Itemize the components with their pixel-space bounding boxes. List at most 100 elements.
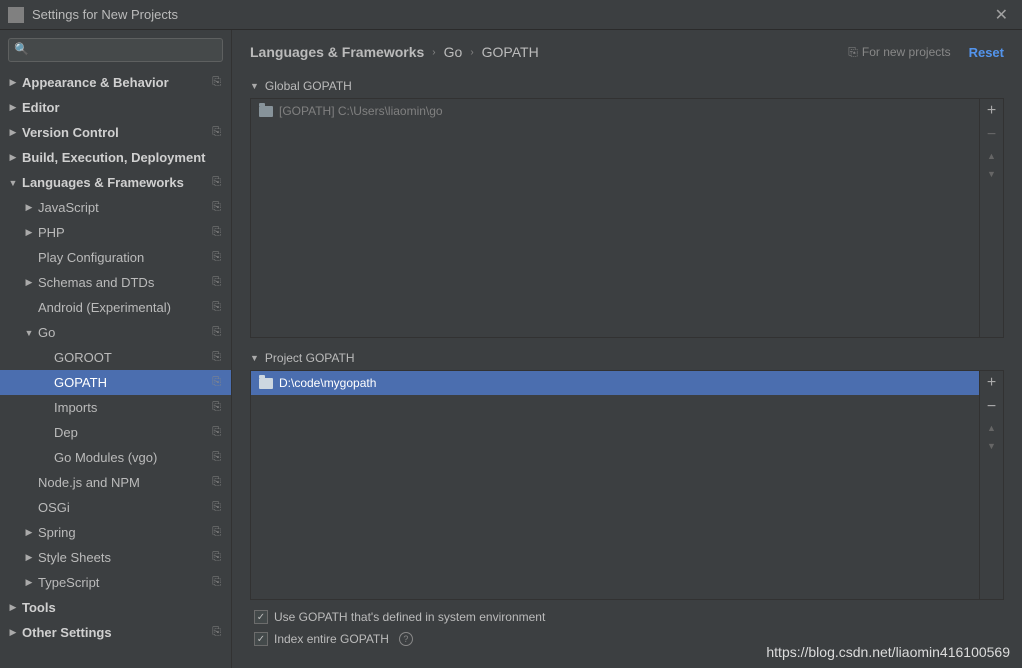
tree-item-languages-frameworks[interactable]: ▼Languages & Frameworks⎘	[0, 170, 231, 195]
tree-label: Languages & Frameworks	[22, 175, 184, 190]
tree-item-go-modules-vgo-[interactable]: Go Modules (vgo)⎘	[0, 445, 231, 470]
tree-item-php[interactable]: ▶ PHP ⎘	[0, 220, 231, 245]
tree-label: Imports	[54, 400, 97, 415]
index-entire-label: Index entire GOPATH	[274, 632, 389, 646]
copy-icon: ⎘	[212, 301, 227, 314]
search-input[interactable]	[8, 38, 223, 62]
folder-icon	[259, 106, 273, 117]
tree-label: Go	[38, 325, 55, 340]
list-item[interactable]: D:\code\mygopath	[251, 371, 979, 395]
tree-item-build-execution-deployment[interactable]: ▶Build, Execution, Deployment	[0, 145, 231, 170]
copy-icon: ⎘	[212, 351, 227, 364]
copy-icon: ⎘	[212, 451, 227, 464]
tree-item-tools[interactable]: ▶Tools	[0, 595, 231, 620]
copy-icon: ⎘	[212, 126, 227, 139]
tree-item-osgi[interactable]: OSGi⎘	[0, 495, 231, 520]
move-down-icon[interactable]: ▼	[987, 169, 996, 179]
chevron-right-icon: ▶	[24, 227, 34, 238]
project-gopath-list: D:\code\mygopath + − ▲ ▼	[250, 370, 1004, 600]
sidebar: 🔍 ▶ Appearance & Behavior ⎘ ▶ Editor ▶ Version…	[0, 30, 232, 668]
copy-icon: ⎘	[212, 626, 227, 639]
chevron-down-icon: ▼	[24, 328, 34, 338]
tree-label: Play Configuration	[38, 250, 144, 265]
chevron-right-icon: ▶	[8, 77, 18, 88]
move-up-icon[interactable]: ▲	[987, 151, 996, 161]
tree-label: Schemas and DTDs	[38, 275, 154, 290]
chevron-right-icon: ▶	[8, 627, 18, 638]
remove-icon[interactable]: −	[987, 399, 996, 415]
copy-icon: ⎘	[212, 326, 227, 339]
tree-item-typescript[interactable]: ▶TypeScript⎘	[0, 570, 231, 595]
tree-item-gopath[interactable]: GOPATH ⎘	[0, 370, 231, 395]
tree-item-schemas-and-dtds[interactable]: ▶Schemas and DTDs⎘	[0, 270, 231, 295]
list-item-label: [GOPATH] C:\Users\liaomin\go	[279, 104, 443, 118]
search-icon: 🔍	[14, 42, 29, 56]
for-new-projects-label: ⎘ For new projects	[848, 45, 950, 60]
copy-icon: ⎘	[212, 201, 227, 214]
copy-icon: ⎘	[212, 226, 227, 239]
tree-item-appearance-behavior[interactable]: ▶ Appearance & Behavior ⎘	[0, 70, 231, 95]
copy-icon: ⎘	[212, 376, 227, 389]
chevron-right-icon: ▶	[24, 577, 34, 588]
chevron-down-icon: ▼	[250, 353, 259, 363]
global-gopath-title: Global GOPATH	[265, 79, 352, 93]
global-gopath-header[interactable]: ▼ Global GOPATH	[250, 74, 1004, 98]
reset-link[interactable]: Reset	[969, 45, 1004, 60]
copy-icon: ⎘	[212, 576, 227, 589]
titlebar: Settings for New Projects ✕	[0, 0, 1022, 30]
chevron-right-icon: ▶	[24, 527, 34, 538]
tree-item-other-settings[interactable]: ▶ Other Settings ⎘	[0, 620, 231, 645]
tree-label: GOPATH	[54, 375, 107, 390]
tree-item-dep[interactable]: Dep⎘	[0, 420, 231, 445]
move-up-icon[interactable]: ▲	[987, 423, 996, 433]
list-item-label: D:\code\mygopath	[279, 376, 376, 390]
list-item[interactable]: [GOPATH] C:\Users\liaomin\go	[251, 99, 979, 123]
tree-label: Other Settings	[22, 625, 112, 640]
global-list-toolbar: + − ▲ ▼	[979, 99, 1003, 337]
copy-icon: ⎘	[212, 76, 227, 89]
copy-icon: ⎘	[212, 551, 227, 564]
add-icon[interactable]: +	[987, 103, 996, 119]
checkbox-icon: ✓	[254, 610, 268, 624]
breadcrumb-mid: Go	[444, 44, 463, 60]
chevron-right-icon: ▶	[8, 127, 18, 138]
tree-label: PHP	[38, 225, 65, 240]
settings-tree: ▶ Appearance & Behavior ⎘ ▶ Editor ▶ Version C…	[0, 70, 231, 668]
tree-item-editor[interactable]: ▶ Editor	[0, 95, 231, 120]
tree-label: Tools	[22, 600, 56, 615]
remove-icon[interactable]: −	[987, 127, 996, 143]
tree-item-goroot[interactable]: GOROOT⎘	[0, 345, 231, 370]
tree-item-play-configuration[interactable]: Play Configuration ⎘	[0, 245, 231, 270]
tree-label: Appearance & Behavior	[22, 75, 169, 90]
tree-item-go[interactable]: ▼ Go ⎘	[0, 320, 231, 345]
copy-icon: ⎘	[212, 501, 227, 514]
content-panel: Languages & Frameworks › Go › GOPATH ⎘ F…	[232, 30, 1022, 668]
help-icon[interactable]: ?	[399, 632, 413, 646]
copy-icon: ⎘	[212, 251, 227, 264]
tree-label: Spring	[38, 525, 76, 540]
add-icon[interactable]: +	[987, 375, 996, 391]
chevron-right-icon: ▶	[8, 102, 18, 113]
chevron-right-icon: ▶	[24, 202, 34, 213]
checkbox-icon: ✓	[254, 632, 268, 646]
tree-label: Android (Experimental)	[38, 300, 171, 315]
copy-icon: ⎘	[212, 526, 227, 539]
tree-label: Version Control	[22, 125, 119, 140]
close-icon[interactable]: ✕	[989, 3, 1014, 27]
watermark: https://blog.csdn.net/liaomin416100569	[766, 644, 1010, 660]
tree-item-version-control[interactable]: ▶ Version Control ⎘	[0, 120, 231, 145]
project-gopath-title: Project GOPATH	[265, 351, 355, 365]
tree-item-android-experimental-[interactable]: Android (Experimental) ⎘	[0, 295, 231, 320]
tree-label: Editor	[22, 100, 60, 115]
use-system-gopath-checkbox[interactable]: ✓ Use GOPATH that's defined in system en…	[250, 606, 1004, 628]
chevron-right-icon: ▶	[24, 277, 34, 288]
move-down-icon[interactable]: ▼	[987, 441, 996, 451]
tree-item-node-js-and-npm[interactable]: Node.js and NPM⎘	[0, 470, 231, 495]
global-gopath-list: [GOPATH] C:\Users\liaomin\go + − ▲ ▼	[250, 98, 1004, 338]
project-gopath-header[interactable]: ▼ Project GOPATH	[250, 346, 1004, 370]
tree-item-style-sheets[interactable]: ▶Style Sheets⎘	[0, 545, 231, 570]
tree-item-javascript[interactable]: ▶JavaScript⎘	[0, 195, 231, 220]
tree-item-imports[interactable]: Imports⎘	[0, 395, 231, 420]
tree-item-spring[interactable]: ▶ Spring ⎘	[0, 520, 231, 545]
chevron-right-icon: ›	[470, 47, 473, 58]
